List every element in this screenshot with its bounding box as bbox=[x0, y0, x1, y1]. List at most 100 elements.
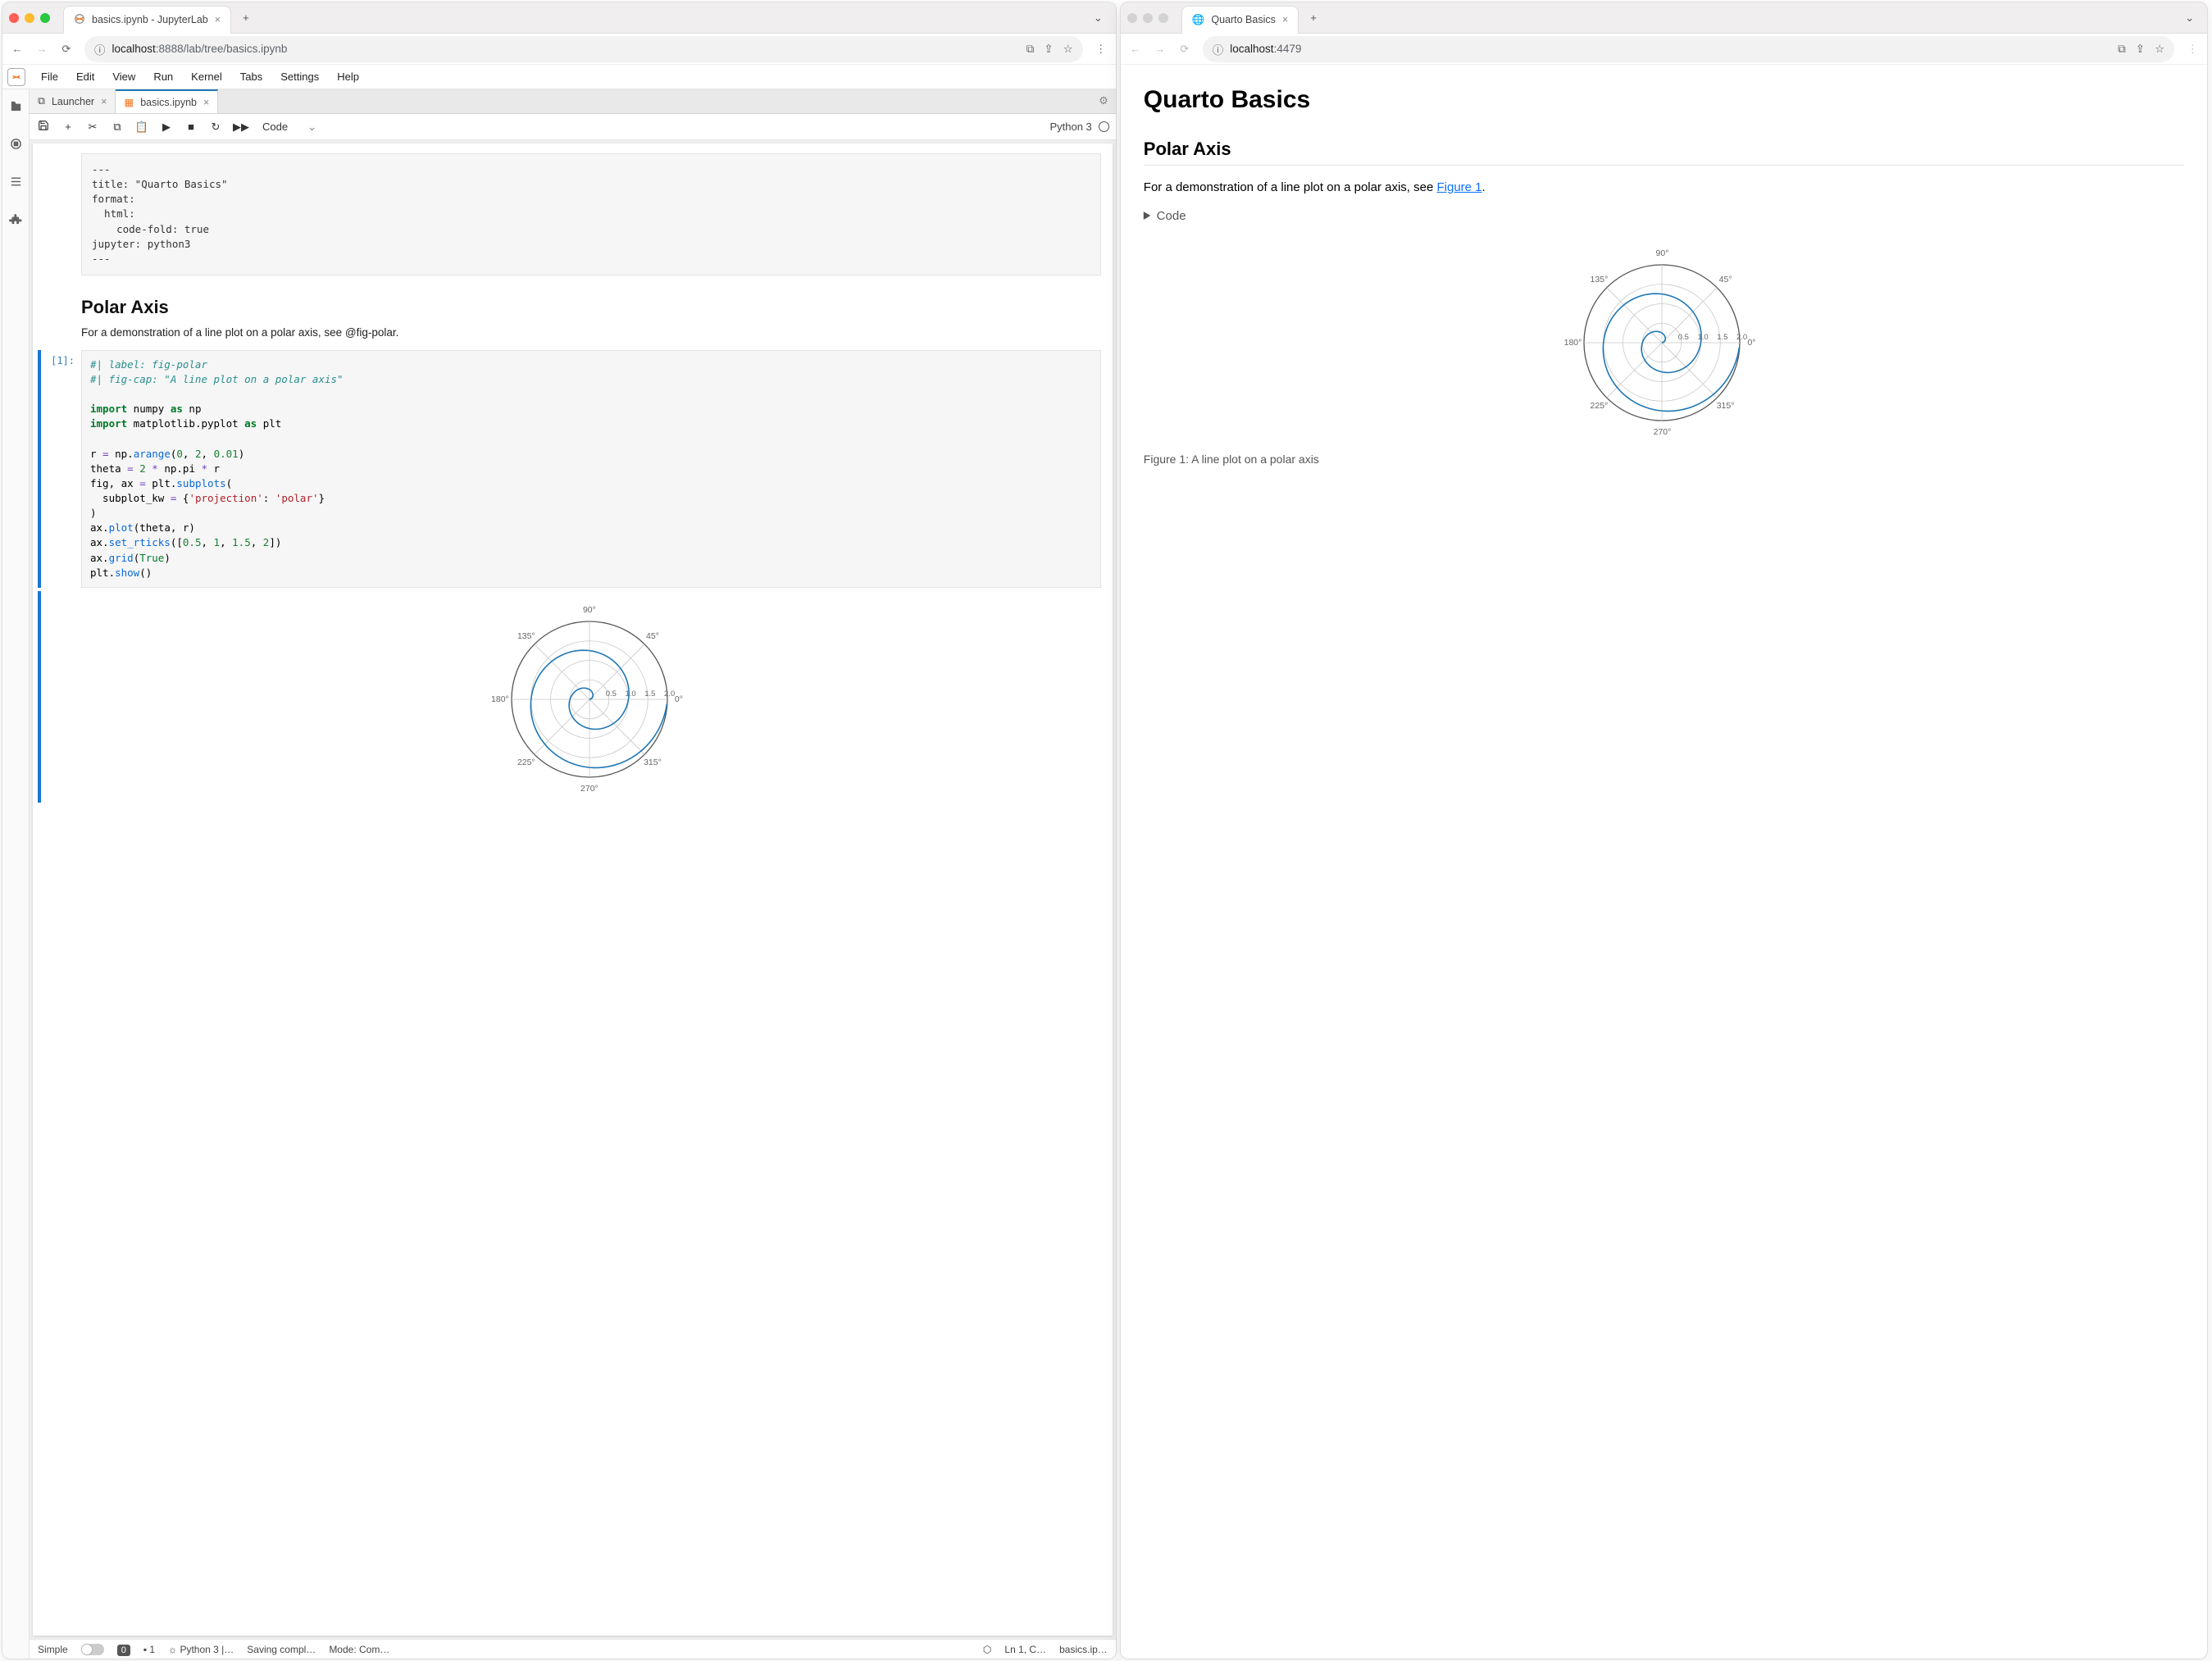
menu-settings[interactable]: Settings bbox=[271, 66, 328, 88]
insert-cell-button[interactable]: + bbox=[61, 121, 75, 133]
minimize-window-icon[interactable] bbox=[1143, 13, 1153, 23]
tab-overflow-icon[interactable]: ⌄ bbox=[1087, 8, 1109, 28]
intro-paragraph: For a demonstration of a line plot on a … bbox=[1144, 180, 2184, 194]
share-icon[interactable]: ⇪ bbox=[1044, 43, 1053, 56]
status-bar: Simple 0 ▪ 1 ☼ Python 3 |… Saving compl…… bbox=[30, 1639, 1116, 1659]
traffic-lights bbox=[1127, 13, 1177, 23]
new-tab-button[interactable]: + bbox=[236, 8, 256, 27]
angle-tick-label: 0° bbox=[1747, 338, 1755, 348]
kernel-indicator[interactable]: Python 3 bbox=[1049, 121, 1108, 133]
svg-text:0.5: 0.5 bbox=[606, 689, 617, 699]
tab-label: basics.ipynb bbox=[140, 97, 197, 108]
stop-button[interactable]: ■ bbox=[184, 121, 198, 133]
restart-button[interactable]: ↻ bbox=[208, 121, 223, 134]
forward-button[interactable]: → bbox=[35, 43, 48, 55]
cell-type-select[interactable]: Code⌄ bbox=[257, 119, 321, 135]
menu-tabs[interactable]: Tabs bbox=[231, 66, 271, 88]
angle-tick-label: 315° bbox=[644, 758, 662, 767]
trusted-icon[interactable]: ⬡ bbox=[983, 1644, 991, 1655]
menu-file[interactable]: File bbox=[32, 66, 67, 88]
fast-forward-button[interactable]: ▶▶ bbox=[233, 121, 248, 134]
simple-mode-label: Simple bbox=[38, 1644, 68, 1655]
address-input[interactable]: ⓘ localhost:4479 ⧉ ⇪ ☆ bbox=[1203, 36, 2174, 62]
close-tab-icon[interactable]: × bbox=[203, 97, 209, 108]
site-info-icon[interactable]: ⓘ bbox=[1213, 41, 1224, 57]
file-browser-icon[interactable] bbox=[9, 99, 23, 116]
close-window-icon[interactable] bbox=[9, 13, 19, 23]
menu-run[interactable]: Run bbox=[144, 66, 182, 88]
errors-count[interactable]: 0 bbox=[117, 1644, 130, 1655]
notebook-icon: ▦ bbox=[124, 96, 134, 108]
browser-menu-icon[interactable]: ⋮ bbox=[2186, 43, 2199, 56]
quarto-page[interactable]: Quarto Basics Polar Axis For a demonstra… bbox=[1121, 65, 2207, 1659]
open-external-icon[interactable]: ⧉ bbox=[2118, 43, 2126, 56]
new-tab-button[interactable]: + bbox=[1304, 8, 1323, 27]
output-cell: 0°45°90°135°180°225°270°315°0.51.01.52.0 bbox=[33, 591, 1113, 803]
menu-view[interactable]: View bbox=[103, 66, 144, 88]
tab-launcher[interactable]: ⧉ Launcher × bbox=[30, 89, 116, 113]
back-button[interactable]: ← bbox=[11, 43, 24, 55]
run-button[interactable]: ▶ bbox=[159, 121, 174, 134]
tab-overflow-icon[interactable]: ⌄ bbox=[2178, 8, 2201, 28]
figure-link[interactable]: Figure 1 bbox=[1436, 180, 1481, 194]
extensions-icon[interactable] bbox=[9, 212, 23, 229]
code-prompt: [1]: bbox=[43, 350, 81, 588]
forward-button[interactable]: → bbox=[1154, 43, 1167, 55]
figure-caption: Figure 1: A line plot on a polar axis bbox=[1144, 453, 2184, 466]
main-area: ⧉ Launcher × ▦ basics.ipynb × ⚙ + ✂ ⧉ 📋 … bbox=[30, 89, 1116, 1659]
toc-icon[interactable] bbox=[9, 175, 23, 191]
menu-kernel[interactable]: Kernel bbox=[182, 66, 231, 88]
url-host: localhost:8888/lab/tree/basics.ipynb bbox=[112, 43, 288, 55]
raw-cell[interactable]: --- title: "Quarto Basics" format: html:… bbox=[33, 153, 1113, 275]
menu-edit[interactable]: Edit bbox=[67, 66, 103, 88]
tab-basics-ipynb[interactable]: ▦ basics.ipynb × bbox=[116, 89, 218, 113]
close-tab-icon[interactable]: × bbox=[1282, 14, 1288, 25]
svg-text:0.5: 0.5 bbox=[1678, 333, 1689, 342]
svg-text:2.0: 2.0 bbox=[1736, 333, 1747, 342]
tab-settings-icon[interactable]: ⚙ bbox=[1091, 89, 1116, 113]
back-button[interactable]: ← bbox=[1129, 43, 1142, 55]
status-kernel[interactable]: ☼ Python 3 |… bbox=[168, 1644, 234, 1655]
terminals-count[interactable]: ▪ 1 bbox=[143, 1644, 155, 1655]
close-window-icon[interactable] bbox=[1127, 13, 1137, 23]
reload-button[interactable]: ⟳ bbox=[60, 43, 73, 56]
code-cell-content[interactable]: #| label: fig-polar #| fig-cap: "A line … bbox=[81, 350, 1101, 588]
page-title: Quarto Basics bbox=[1144, 86, 2184, 114]
close-tab-icon[interactable]: × bbox=[215, 14, 221, 25]
simple-mode-toggle[interactable] bbox=[81, 1644, 104, 1655]
browser-tab[interactable]: 🌐 Quarto Basics × bbox=[1181, 6, 1299, 34]
minimize-window-icon[interactable] bbox=[25, 13, 34, 23]
svg-text:1.0: 1.0 bbox=[625, 689, 635, 699]
site-info-icon[interactable]: ⓘ bbox=[94, 41, 106, 57]
bookmark-icon[interactable]: ☆ bbox=[1063, 43, 1073, 56]
activity-bar bbox=[2, 89, 30, 1659]
code-fold[interactable]: Code bbox=[1144, 209, 2184, 223]
code-fold-summary[interactable]: Code bbox=[1144, 209, 2184, 223]
status-save: Saving compl… bbox=[247, 1644, 316, 1655]
markdown-cell[interactable]: Polar Axis For a demonstration of a line… bbox=[33, 287, 1113, 339]
code-cell[interactable]: [1]: #| label: fig-polar #| fig-cap: "A … bbox=[33, 350, 1113, 588]
bookmark-icon[interactable]: ☆ bbox=[2155, 43, 2164, 56]
raw-cell-content[interactable]: --- title: "Quarto Basics" format: html:… bbox=[81, 153, 1101, 275]
reload-button[interactable]: ⟳ bbox=[1178, 43, 1191, 56]
running-icon[interactable] bbox=[9, 137, 23, 153]
paste-button[interactable]: 📋 bbox=[134, 121, 149, 134]
svg-text:1.5: 1.5 bbox=[644, 689, 655, 699]
zoom-window-icon[interactable] bbox=[40, 13, 50, 23]
cut-button[interactable]: ✂ bbox=[85, 121, 100, 134]
jupyter-logo-icon[interactable] bbox=[7, 68, 25, 86]
browser-tab[interactable]: basics.ipynb - JupyterLab × bbox=[63, 6, 231, 34]
save-button[interactable] bbox=[36, 120, 51, 134]
angle-tick-label: 0° bbox=[675, 694, 683, 704]
menu-help[interactable]: Help bbox=[328, 66, 368, 88]
address-input[interactable]: ⓘ localhost:8888/lab/tree/basics.ipynb ⧉… bbox=[84, 36, 1083, 62]
zoom-window-icon[interactable] bbox=[1158, 13, 1168, 23]
browser-tabstrip: basics.ipynb - JupyterLab × + ⌄ bbox=[2, 2, 1116, 34]
browser-tab-title: Quarto Basics bbox=[1211, 14, 1276, 25]
close-tab-icon[interactable]: × bbox=[101, 96, 107, 107]
notebook-scroll[interactable]: --- title: "Quarto Basics" format: html:… bbox=[30, 140, 1116, 1639]
share-icon[interactable]: ⇪ bbox=[2136, 43, 2145, 56]
browser-menu-icon[interactable]: ⋮ bbox=[1095, 43, 1108, 56]
copy-button[interactable]: ⧉ bbox=[110, 121, 125, 134]
open-external-icon[interactable]: ⧉ bbox=[1026, 43, 1035, 56]
